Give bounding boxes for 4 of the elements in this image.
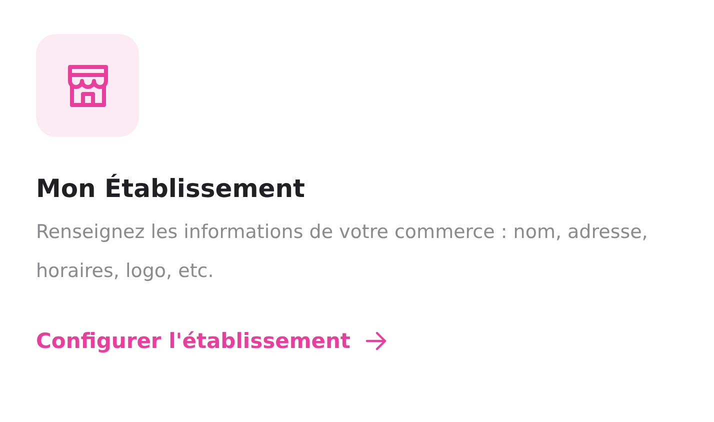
arrow-icon (364, 329, 388, 353)
card-title: Mon Établissement (36, 173, 306, 205)
card-description: Renseignez les informations de votre commerce : nom, adresse, horaires, logo, etc. (36, 220, 649, 284)
configure-link[interactable]: Configurer l'établissement (36, 329, 388, 353)
